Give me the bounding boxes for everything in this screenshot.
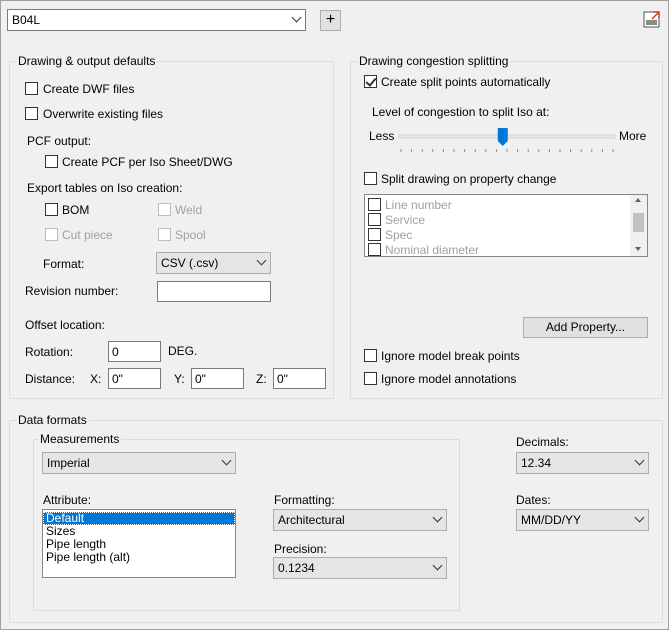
settings-window: B04L + Drawing & output defaults Create … xyxy=(0,0,669,630)
attribute-item[interactable]: Pipe length (alt) xyxy=(43,551,235,564)
data-formats-title: Data formats xyxy=(16,413,89,427)
format-dropdown[interactable]: CSV (.csv) xyxy=(156,252,271,274)
measurements-dropdown[interactable]: Imperial xyxy=(42,452,236,474)
z-input[interactable]: 0" xyxy=(273,368,326,389)
cut-piece-label: Cut piece xyxy=(62,228,113,242)
scroll-thumb[interactable] xyxy=(633,213,644,232)
slider-more-label: More xyxy=(619,129,647,143)
split-property-checkbox[interactable] xyxy=(364,172,377,185)
pcf-output-label: PCF output: xyxy=(27,134,92,148)
property-item-label: Spec xyxy=(385,228,413,242)
bom-checkbox[interactable] xyxy=(45,203,58,216)
scrollbar[interactable] xyxy=(630,195,647,256)
create-pcf-checkbox[interactable] xyxy=(45,155,58,168)
create-pcf-label: Create PCF per Iso Sheet/DWG xyxy=(62,155,233,169)
dates-label: Dates: xyxy=(516,493,551,507)
y-input[interactable]: 0" xyxy=(191,368,244,389)
slider-less-label: Less xyxy=(369,129,395,143)
ignore-annotations-label: Ignore model annotations xyxy=(381,372,517,386)
formatting-dropdown[interactable]: Architectural xyxy=(273,509,447,531)
chevron-down-icon xyxy=(291,12,302,23)
scroll-down-icon xyxy=(635,247,641,251)
congestion-level-label: Level of congestion to split Iso at: xyxy=(372,105,550,119)
add-spec-button[interactable]: + xyxy=(320,10,341,31)
chevron-down-icon xyxy=(634,455,645,466)
drawing-output-title: Drawing & output defaults xyxy=(16,54,158,68)
chevron-down-icon xyxy=(634,512,645,523)
attribute-label: Attribute: xyxy=(43,493,92,507)
precision-value: 0.1234 xyxy=(278,561,315,575)
chevron-down-icon xyxy=(432,512,443,523)
x-label: X: xyxy=(90,372,102,386)
format-label: Format: xyxy=(43,257,85,271)
create-split-checkbox[interactable] xyxy=(364,75,377,88)
measurements-value: Imperial xyxy=(47,456,90,470)
export-tables-label: Export tables on Iso creation: xyxy=(27,181,183,195)
add-property-button[interactable]: Add Property... xyxy=(523,317,648,338)
revision-label: Revision number: xyxy=(25,284,119,298)
z-label: Z: xyxy=(256,372,267,386)
weld-label: Weld xyxy=(175,203,203,217)
chevron-down-icon xyxy=(432,560,443,571)
spec-dropdown[interactable]: B04L xyxy=(7,9,306,31)
property-item-label: Service xyxy=(385,213,426,227)
property-item-checkbox[interactable] xyxy=(368,198,381,211)
rotation-label: Rotation: xyxy=(25,345,74,359)
split-property-label: Split drawing on property change xyxy=(381,172,557,186)
offset-location-label: Offset location: xyxy=(25,318,105,332)
spool-checkbox[interactable] xyxy=(158,228,171,241)
congestion-slider[interactable] xyxy=(397,127,617,155)
precision-dropdown[interactable]: 0.1234 xyxy=(273,557,447,579)
decimals-dropdown[interactable]: 12.34 xyxy=(516,452,649,474)
x-input[interactable]: 0" xyxy=(108,368,161,389)
spool-label: Spool xyxy=(175,228,206,242)
decimals-label: Decimals: xyxy=(516,435,569,449)
chevron-down-icon xyxy=(221,455,232,466)
property-item-checkbox[interactable] xyxy=(368,213,381,226)
formatting-value: Architectural xyxy=(278,513,345,527)
property-item[interactable]: Spec xyxy=(367,227,627,242)
create-dwf-checkbox[interactable] xyxy=(25,82,38,95)
y-label: Y: xyxy=(174,372,185,386)
format-value: CSV (.csv) xyxy=(161,256,219,270)
property-item[interactable]: Line number xyxy=(367,197,627,212)
distance-label: Distance: xyxy=(25,372,76,386)
revision-input[interactable] xyxy=(157,281,271,302)
property-item[interactable]: Service xyxy=(367,212,627,227)
plus-icon: + xyxy=(325,11,336,28)
scroll-up-icon xyxy=(635,198,641,202)
measurements-title: Measurements xyxy=(38,432,122,446)
spec-dropdown-value: B04L xyxy=(12,13,41,27)
property-checklist[interactable]: Line number Service Spec Nominal diameter xyxy=(364,194,648,257)
create-split-label: Create split points automatically xyxy=(381,75,551,89)
ignore-break-label: Ignore model break points xyxy=(381,349,520,363)
property-item-checkbox[interactable] xyxy=(368,243,381,256)
overwrite-checkbox[interactable] xyxy=(25,107,38,120)
bom-label: BOM xyxy=(62,203,90,217)
rotation-unit: DEG. xyxy=(168,344,198,358)
property-item-label: Line number xyxy=(385,198,452,212)
overwrite-label: Overwrite existing files xyxy=(43,107,164,121)
property-item[interactable]: Nominal diameter xyxy=(367,242,627,257)
chevron-down-icon xyxy=(256,255,267,266)
precision-label: Precision: xyxy=(274,542,327,556)
ignore-annotations-checkbox[interactable] xyxy=(364,372,377,385)
congestion-title: Drawing congestion splitting xyxy=(357,54,511,68)
create-dwf-label: Create DWF files xyxy=(43,82,135,96)
property-item-label: Nominal diameter xyxy=(385,243,480,257)
export-icon[interactable] xyxy=(642,10,662,30)
decimals-value: 12.34 xyxy=(521,456,552,470)
formatting-label: Formatting: xyxy=(274,493,335,507)
dates-value: MM/DD/YY xyxy=(521,513,581,527)
ignore-break-checkbox[interactable] xyxy=(364,349,377,362)
dates-dropdown[interactable]: MM/DD/YY xyxy=(516,509,649,531)
slider-thumb[interactable] xyxy=(497,128,508,146)
cut-piece-checkbox[interactable] xyxy=(45,228,58,241)
weld-checkbox[interactable] xyxy=(158,203,171,216)
attribute-list[interactable]: Default Sizes Pipe length Pipe length (alt) xyxy=(42,509,236,578)
property-item-checkbox[interactable] xyxy=(368,228,381,241)
rotation-input[interactable]: 0 xyxy=(108,341,161,362)
